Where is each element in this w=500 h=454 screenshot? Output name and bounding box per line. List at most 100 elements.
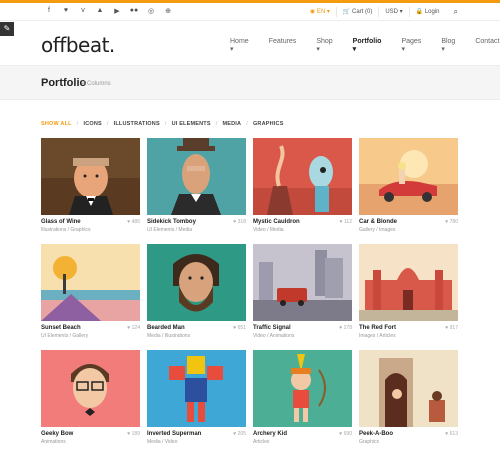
item-category[interactable]: Video / Media xyxy=(253,227,352,233)
cart-link[interactable]: 🛒 Cart (0) xyxy=(335,7,378,17)
item-category[interactable]: Gallery / Images xyxy=(359,227,458,233)
portfolio-item[interactable]: Inverted Superman Media / Video ♥ 205 xyxy=(147,350,246,445)
item-title[interactable]: Sidekick Tomboy xyxy=(147,219,246,225)
nav-portfolio[interactable]: Portfolio ▾ xyxy=(353,38,392,53)
nav-features[interactable]: Features xyxy=(269,38,307,53)
portfolio-item[interactable]: Mystic Cauldron Video / Media ♥ 112 xyxy=(253,138,352,233)
like-count[interactable]: ♥ 690 xyxy=(339,431,352,437)
item-category[interactable]: Media / Video xyxy=(147,439,246,445)
flickr-icon[interactable]: ●● xyxy=(126,7,142,15)
filter-ui-elements[interactable]: UI ELEMENTS xyxy=(172,121,211,127)
item-title[interactable]: Sunset Beach xyxy=(41,325,140,331)
login-link[interactable]: 🔒 Login xyxy=(408,7,446,17)
top-right-links: ◉ EN ▾ 🛒 Cart (0) USD ▾ 🔒 Login ⌕ xyxy=(304,7,458,17)
portfolio-item[interactable]: Peek-A-Boo Graphics ♥ 613 xyxy=(359,350,458,445)
header: offbeat. Home ▾ Features Shop ▾ Portfoli… xyxy=(0,21,500,65)
item-category[interactable]: Illustrations / Graphics xyxy=(41,227,140,233)
item-title[interactable]: Peek-A-Boo xyxy=(359,431,458,437)
cart-label: Cart (0) xyxy=(351,9,373,15)
facebook-icon[interactable]: f xyxy=(41,7,57,15)
nav-contact[interactable]: Contact xyxy=(475,38,500,53)
portfolio-thumbnail[interactable] xyxy=(359,138,458,215)
portfolio-item[interactable]: Traffic Signal Video / Animations ♥ 278 xyxy=(253,244,352,339)
nav-shop[interactable]: Shop ▾ xyxy=(316,38,342,53)
heart-icon: ♥ xyxy=(445,431,449,437)
heart-icon: ♥ xyxy=(445,219,449,225)
like-count[interactable]: ♥ 613 xyxy=(445,431,458,437)
item-category[interactable]: Images / Articles xyxy=(359,333,458,339)
portfolio-item[interactable]: Archery Kid Articles ♥ 690 xyxy=(253,350,352,445)
item-category[interactable]: Media / Illustrations xyxy=(147,333,246,339)
nav-home[interactable]: Home ▾ xyxy=(230,38,259,53)
portfolio-item[interactable]: The Red Fort Images / Articles ♥ 917 xyxy=(359,244,458,339)
portfolio-thumbnail[interactable] xyxy=(147,244,246,321)
logo[interactable]: offbeat. xyxy=(41,33,115,57)
portfolio-item[interactable]: Sidekick Tomboy UI Elements / Media ♥ 31… xyxy=(147,138,246,233)
social-links: f ♥ v ▲ ▶ ●● ◎ ⊕ xyxy=(41,7,177,15)
filter-icons[interactable]: ICONS xyxy=(83,121,101,127)
dribbble-icon[interactable]: ⊕ xyxy=(160,7,176,15)
heart-icon: ♥ xyxy=(127,325,131,331)
filter-media[interactable]: MEDIA xyxy=(222,121,241,127)
filter-show-all[interactable]: SHOW ALL xyxy=(41,121,72,127)
portfolio-thumbnail[interactable] xyxy=(359,350,458,427)
language-selector[interactable]: ◉ EN ▾ xyxy=(304,7,336,17)
portfolio-item[interactable]: Car & Blonde Gallery / Images ♥ 780 xyxy=(359,138,458,233)
like-count[interactable]: ♥ 486 xyxy=(127,219,140,225)
item-title[interactable]: The Red Fort xyxy=(359,325,458,331)
like-count[interactable]: ♥ 124 xyxy=(127,325,140,331)
item-title[interactable]: Mystic Cauldron xyxy=(253,219,352,225)
item-title[interactable]: Glass of Wine xyxy=(41,219,140,225)
filter-graphics[interactable]: GRAPHICS xyxy=(253,121,284,127)
portfolio-item[interactable]: Geeky Bow Animations ♥ 189 xyxy=(41,350,140,445)
filter-separator: / xyxy=(164,121,167,127)
nav-pages[interactable]: Pages ▾ xyxy=(401,38,431,53)
item-category[interactable]: UI Elements / Media xyxy=(147,227,246,233)
portfolio-item[interactable]: Glass of Wine Illustrations / Graphics ♥… xyxy=(41,138,140,233)
portfolio-thumbnail[interactable] xyxy=(253,350,352,427)
portfolio-thumbnail[interactable] xyxy=(359,244,458,321)
search-icon[interactable]: ⌕ xyxy=(446,7,458,17)
youtube-icon[interactable]: ▶ xyxy=(109,7,125,15)
portfolio-thumbnail[interactable] xyxy=(253,244,352,321)
item-title[interactable]: Geeky Bow xyxy=(41,431,140,437)
item-title[interactable]: Archery Kid xyxy=(253,431,352,437)
like-count[interactable]: ♥ 112 xyxy=(340,219,352,225)
portfolio-thumbnail[interactable] xyxy=(41,244,140,321)
login-label: Login xyxy=(424,9,440,15)
instagram-icon[interactable]: ◎ xyxy=(143,7,159,15)
item-category[interactable]: Animations xyxy=(41,439,140,445)
filter-illustrations[interactable]: ILLUSTRATIONS xyxy=(114,121,160,127)
item-category[interactable]: Video / Animations xyxy=(253,333,352,339)
portfolio-thumbnail[interactable] xyxy=(147,350,246,427)
portfolio-thumbnail[interactable] xyxy=(147,138,246,215)
twitter-icon[interactable]: ♥ xyxy=(58,7,74,15)
like-count[interactable]: ♥ 318 xyxy=(233,219,246,225)
item-title[interactable]: Bearded Man xyxy=(147,325,246,331)
like-count[interactable]: ♥ 205 xyxy=(233,431,246,437)
like-count[interactable]: ♥ 189 xyxy=(127,431,140,437)
item-title[interactable]: Car & Blonde xyxy=(359,219,458,225)
heart-icon: ♥ xyxy=(233,219,237,225)
title-bar: Portfolio 4 Columns xyxy=(0,65,500,100)
portfolio-thumbnail[interactable] xyxy=(41,138,140,215)
item-category[interactable]: Articles xyxy=(253,439,352,445)
portfolio-item[interactable]: Sunset Beach UI Elements / Gallery ♥ 124 xyxy=(41,244,140,339)
filter-separator: / xyxy=(76,121,79,127)
item-category[interactable]: Graphics xyxy=(359,439,458,445)
item-category[interactable]: UI Elements / Gallery xyxy=(41,333,140,339)
item-title[interactable]: Traffic Signal xyxy=(253,325,352,331)
like-count[interactable]: ♥ 780 xyxy=(445,219,458,225)
nav-blog[interactable]: Blog ▾ xyxy=(441,38,465,53)
like-count[interactable]: ♥ 651 xyxy=(233,325,246,331)
heart-icon: ♥ xyxy=(445,325,449,331)
like-count[interactable]: ♥ 278 xyxy=(339,325,352,331)
portfolio-thumbnail[interactable] xyxy=(253,138,352,215)
pinterest-icon[interactable]: ▲ xyxy=(92,7,108,15)
vimeo-icon[interactable]: v xyxy=(75,7,91,15)
like-count[interactable]: ♥ 917 xyxy=(445,325,458,331)
item-title[interactable]: Inverted Superman xyxy=(147,431,246,437)
portfolio-thumbnail[interactable] xyxy=(41,350,140,427)
currency-selector[interactable]: USD ▾ xyxy=(378,7,408,17)
portfolio-item[interactable]: Bearded Man Media / Illustrations ♥ 651 xyxy=(147,244,246,339)
